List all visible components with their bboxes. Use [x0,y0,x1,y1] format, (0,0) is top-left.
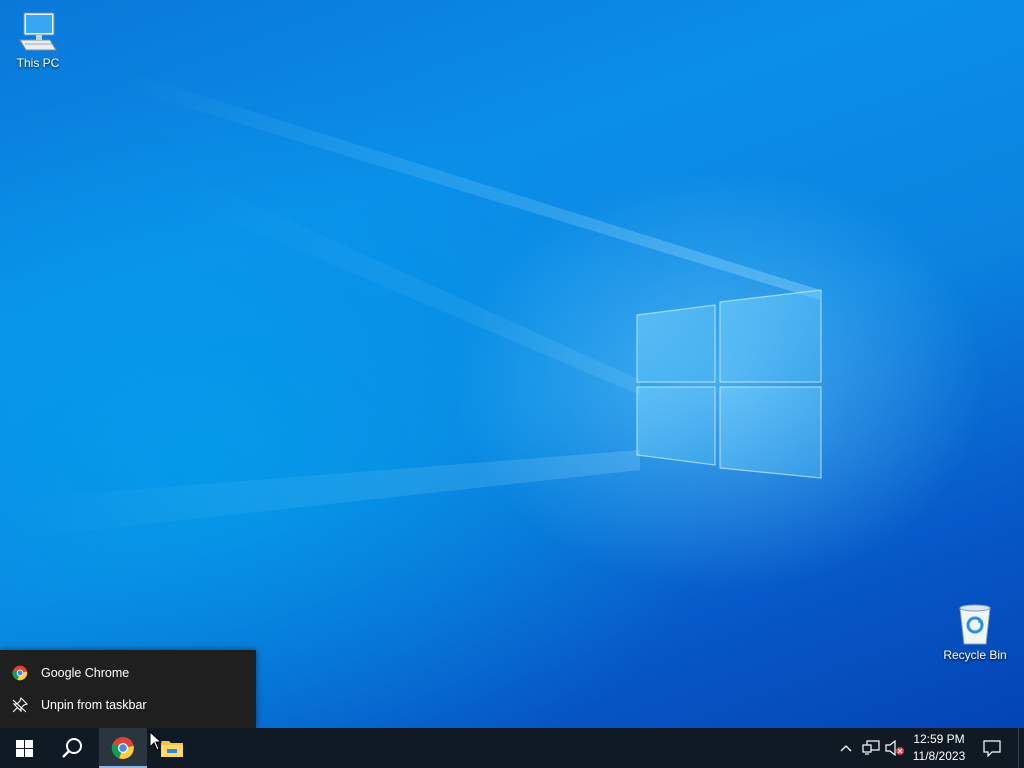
clock[interactable]: 12:59 PM 11/8/2023 [906,728,972,768]
desktop-icon-label: This PC [16,56,60,70]
clock-time: 12:59 PM [913,732,965,746]
notifications-button[interactable] [976,728,1008,768]
show-desktop-button[interactable] [1018,728,1024,768]
desktop-icon-label: Recycle Bin [943,648,1007,662]
taskbar-chrome-button[interactable] [99,728,147,768]
desktop-icon-recycle-bin[interactable]: Recycle Bin [937,602,1013,662]
taskbar-jump-list: Google Chrome Unpin from taskbar [0,650,256,728]
volume-muted-icon [885,740,904,756]
mouse-cursor [149,731,163,751]
search-button[interactable] [48,728,96,768]
computer-icon [19,12,57,51]
unpin-icon [12,697,28,713]
recycle-bin-icon [959,604,991,645]
start-button[interactable] [0,728,48,768]
network-button[interactable] [859,728,883,768]
volume-button[interactable] [884,728,906,768]
desktop-icon-this-pc[interactable]: This PC [0,10,76,70]
desktop: This PC Recycle Bin [0,0,1024,728]
jumplist-item-google-chrome[interactable]: Google Chrome [0,659,256,687]
wallpaper-light-beams [0,70,822,540]
chrome-icon [111,737,134,759]
network-icon [862,740,880,755]
chrome-icon [12,665,28,681]
jumplist-item-label: Google Chrome [41,666,130,680]
jumplist-item-label: Unpin from taskbar [41,698,147,712]
clock-date: 11/8/2023 [912,749,966,763]
show-hidden-icons-button[interactable] [836,728,856,768]
notifications-icon [983,740,1001,757]
jumplist-item-unpin[interactable]: Unpin from taskbar [0,691,256,719]
file-explorer-icon [161,741,183,757]
search-icon [62,738,82,758]
start-icon [15,739,33,757]
windows-logo-wallpaper [636,289,822,479]
chevron-up-icon [840,745,852,752]
